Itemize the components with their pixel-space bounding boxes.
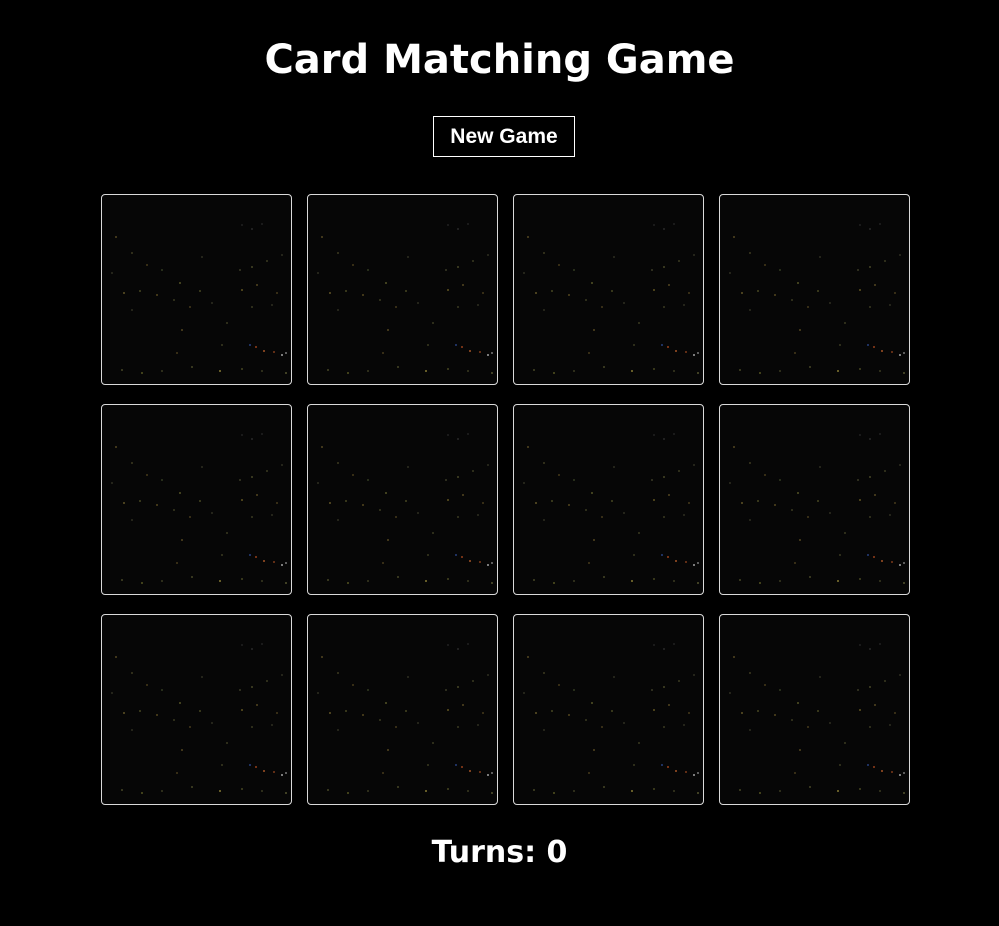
card[interactable] — [307, 614, 498, 805]
new-game-button[interactable]: New Game — [433, 116, 575, 157]
game-title: Card Matching Game — [264, 37, 735, 83]
card[interactable] — [101, 194, 292, 385]
card-back-image — [523, 223, 699, 374]
card-back-image — [523, 643, 699, 794]
card[interactable] — [513, 404, 704, 595]
card[interactable] — [719, 404, 910, 595]
turns-counter: Turns: 0 — [431, 835, 568, 870]
card-back-image — [317, 433, 493, 584]
card-back-image — [523, 433, 699, 584]
card-back-image — [729, 223, 905, 374]
card[interactable] — [513, 614, 704, 805]
card-back-image — [111, 223, 287, 374]
card-back-image — [111, 643, 287, 794]
card[interactable] — [307, 404, 498, 595]
card[interactable] — [719, 194, 910, 385]
card-back-image — [317, 643, 493, 794]
card[interactable] — [719, 614, 910, 805]
card-back-image — [111, 433, 287, 584]
card-back-image — [729, 433, 905, 584]
card-back-image — [729, 643, 905, 794]
card-back-image — [317, 223, 493, 374]
card[interactable] — [513, 194, 704, 385]
card-grid — [101, 194, 911, 805]
card[interactable] — [307, 194, 498, 385]
card[interactable] — [101, 614, 292, 805]
card[interactable] — [101, 404, 292, 595]
